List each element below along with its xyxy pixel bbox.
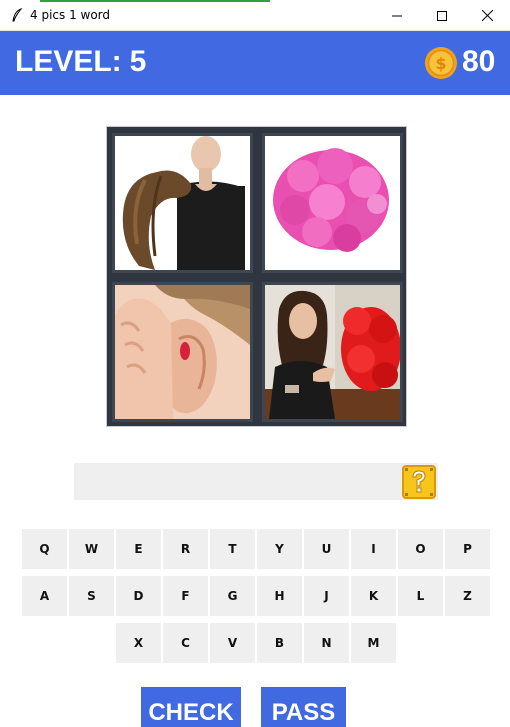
feather-icon <box>12 8 23 22</box>
key-j[interactable]: J <box>304 576 349 616</box>
key-a[interactable]: A <box>22 576 67 616</box>
key-e[interactable]: E <box>116 529 161 569</box>
key-k[interactable]: K <box>351 576 396 616</box>
key-o[interactable]: O <box>398 529 443 569</box>
question-block-icon[interactable] <box>402 465 436 499</box>
pink-curly-wig-image <box>265 136 400 270</box>
answer-input[interactable] <box>74 463 438 500</box>
picture-1 <box>112 133 253 273</box>
window-title: 4 pics 1 word <box>30 8 111 22</box>
key-x[interactable]: X <box>116 623 161 663</box>
key-v[interactable]: V <box>210 623 255 663</box>
check-button[interactable]: CHECK <box>141 687 241 727</box>
key-z[interactable]: Z <box>445 576 490 616</box>
level-number: 5 <box>129 45 147 78</box>
picture-4 <box>262 282 403 422</box>
woman-red-wig-image <box>265 285 400 419</box>
maximize-icon <box>437 10 447 21</box>
maximize-button[interactable] <box>419 0 465 31</box>
key-s[interactable]: S <box>69 576 114 616</box>
key-f[interactable]: F <box>163 576 208 616</box>
titlebar-accent <box>40 0 270 2</box>
dollar-coin-icon: $ <box>425 47 457 79</box>
picture-3 <box>112 282 253 422</box>
key-w[interactable]: W <box>69 529 114 569</box>
key-g[interactable]: G <box>210 576 255 616</box>
level-display: LEVEL: 5 <box>15 45 146 79</box>
close-icon <box>481 10 493 21</box>
key-q[interactable]: Q <box>22 529 67 569</box>
key-m[interactable]: M <box>351 623 396 663</box>
key-d[interactable]: D <box>116 576 161 616</box>
svg-text:$: $ <box>435 54 446 73</box>
key-t[interactable]: T <box>210 529 255 569</box>
key-h[interactable]: H <box>257 576 302 616</box>
key-p[interactable]: P <box>445 529 490 569</box>
key-i[interactable]: I <box>351 529 396 569</box>
window-titlebar: 4 pics 1 word <box>0 0 510 31</box>
coin-count: 80 <box>462 45 496 78</box>
key-r[interactable]: R <box>163 529 208 569</box>
ear-listening-image <box>115 285 250 419</box>
key-n[interactable]: N <box>304 623 349 663</box>
picture-grid <box>106 126 407 427</box>
key-u[interactable]: U <box>304 529 349 569</box>
minimize-icon <box>392 15 402 16</box>
pass-button[interactable]: PASS <box>261 687 346 727</box>
picture-2 <box>262 133 403 273</box>
key-c[interactable]: C <box>163 623 208 663</box>
hair-wig-woman-image <box>115 136 250 270</box>
key-b[interactable]: B <box>257 623 302 663</box>
close-button[interactable] <box>464 0 510 31</box>
level-label: LEVEL: <box>15 45 122 78</box>
key-y[interactable]: Y <box>257 529 302 569</box>
key-l[interactable]: L <box>398 576 443 616</box>
level-header: LEVEL: 5 $ 80 <box>0 31 510 95</box>
minimize-button[interactable] <box>374 0 420 31</box>
